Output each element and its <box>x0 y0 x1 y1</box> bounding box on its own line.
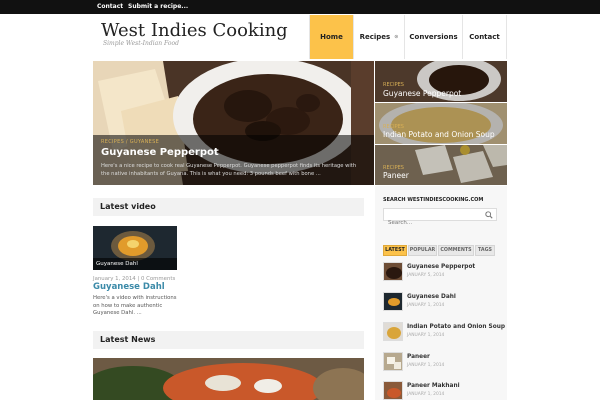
post-date: January 1, 2014 <box>407 363 445 368</box>
slider-title[interactable]: Guyanese Pepperpot <box>101 147 219 158</box>
nav-recipes[interactable]: Recipes ⊙ <box>353 15 404 59</box>
news-image-graphic <box>93 358 364 400</box>
latest-video-heading: Latest video <box>93 198 364 216</box>
tab-tags[interactable]: Tags <box>475 245 495 256</box>
top-bar: Contact Submit a recipe... <box>0 0 600 14</box>
slider-excerpt: Here's a nice recipe to cook real Guyane… <box>101 163 357 177</box>
nav-contact-label: Contact <box>469 33 500 41</box>
post-date: January 1, 2014 <box>407 392 445 397</box>
post-title[interactable]: Guyanese Dahl <box>407 294 456 300</box>
search-icon[interactable] <box>485 211 493 219</box>
list-item[interactable]: Guyanese Pepperpot January 5, 2014 <box>383 262 501 284</box>
search-input[interactable] <box>384 217 484 229</box>
post-title[interactable]: Guyanese Pepperpot <box>407 264 475 270</box>
post-title[interactable]: Indian Potato and Onion Soup <box>407 324 505 330</box>
news-image[interactable] <box>93 358 364 400</box>
video-thumbnail[interactable]: Guyanese Dahl <box>93 226 177 270</box>
nav-conversions[interactable]: Conversions <box>404 15 462 59</box>
site-title[interactable]: West Indies Cooking <box>101 20 288 41</box>
featured-item[interactable]: Recipes Indian Potato and Onion Soup <box>375 103 507 144</box>
featured-title[interactable]: Guyanese Pepperpot <box>383 89 461 98</box>
featured-title[interactable]: Indian Potato and Onion Soup <box>383 130 495 139</box>
post-thumbnail[interactable] <box>383 381 403 400</box>
featured-title[interactable]: Paneer <box>383 171 409 180</box>
tab-popular[interactable]: Popular <box>408 245 437 256</box>
topbar-submit-recipe-link[interactable]: Submit a recipe... <box>128 3 188 10</box>
latest-news-title: Latest News <box>100 335 156 344</box>
post-thumbnail[interactable] <box>383 352 403 371</box>
list-item[interactable]: Indian Potato and Onion Soup January 1, … <box>383 322 505 344</box>
post-date: January 1, 2014 <box>407 303 445 308</box>
featured-category[interactable]: Recipes <box>383 82 404 88</box>
video-title[interactable]: Guyanese Dahl <box>93 282 165 292</box>
latest-video-title: Latest video <box>100 202 156 211</box>
featured-slider[interactable]: Recipes / Guyanese Guyanese Pepperpot He… <box>93 61 374 185</box>
video-thumbnail-caption: Guyanese Dahl <box>96 261 138 267</box>
post-thumbnail[interactable] <box>383 322 403 341</box>
post-date: January 1, 2014 <box>407 333 445 338</box>
post-title[interactable]: Paneer <box>407 354 430 360</box>
nav-contact[interactable]: Contact <box>462 15 507 59</box>
slider-category[interactable]: Recipes / Guyanese <box>101 139 159 145</box>
tab-comments[interactable]: Comments <box>438 245 474 256</box>
featured-item[interactable]: Recipes Paneer <box>375 145 507 185</box>
featured-item[interactable]: Recipes Guyanese Pepperpot <box>375 61 507 102</box>
site-header: West Indies Cooking Simple West-Indian F… <box>93 15 507 59</box>
chevron-down-icon: ⊙ <box>394 34 399 40</box>
post-title[interactable]: Paneer Makhani <box>407 383 460 389</box>
post-thumbnail[interactable] <box>383 292 403 311</box>
video-excerpt: Here's a video with instructions on how … <box>93 295 177 316</box>
topbar-contact-link[interactable]: Contact <box>97 3 123 10</box>
search-box[interactable] <box>383 208 497 229</box>
nav-home-label: Home <box>320 33 343 41</box>
list-item[interactable]: Paneer January 1, 2014 <box>383 352 501 374</box>
site-tagline: Simple West-Indian Food <box>103 40 179 47</box>
post-date: January 5, 2014 <box>407 273 445 278</box>
tab-latest[interactable]: Latest <box>383 245 407 256</box>
post-thumbnail[interactable] <box>383 262 403 281</box>
nav-recipes-label: Recipes <box>359 33 391 41</box>
nav-conversions-label: Conversions <box>409 33 458 41</box>
latest-news-heading: Latest News <box>93 331 364 349</box>
nav-home[interactable]: Home <box>309 15 353 59</box>
search-heading: Search westindiescooking.com <box>383 197 484 203</box>
sidebar: Search westindiescooking.com Latest Popu… <box>375 186 507 400</box>
list-item[interactable]: Guyanese Dahl January 1, 2014 <box>383 292 501 314</box>
